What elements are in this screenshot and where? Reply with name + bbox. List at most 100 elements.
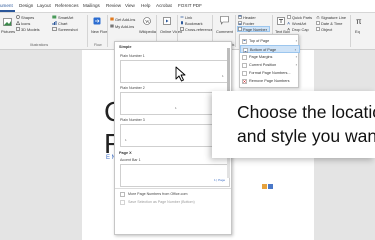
menu-item-label: Current Position bbox=[249, 63, 277, 67]
flow-group-label: Flow bbox=[94, 43, 102, 47]
page-number-icon bbox=[238, 27, 242, 31]
tab-help[interactable]: Help bbox=[141, 3, 150, 8]
footer-icon bbox=[238, 21, 242, 25]
screenshot-button[interactable]: Screenshot bbox=[58, 27, 78, 32]
date-time-button[interactable]: Date & Time bbox=[321, 21, 342, 26]
menu-item-top-of-page[interactable]: Top of Page › bbox=[240, 37, 300, 45]
quick-parts-button[interactable]: Quick Parts bbox=[292, 15, 312, 20]
ribbon-separator bbox=[87, 15, 88, 47]
text-box-icon[interactable] bbox=[277, 17, 285, 25]
online-video-icon[interactable] bbox=[163, 17, 171, 25]
tab-review[interactable]: Review bbox=[106, 3, 121, 8]
tab-acrobat[interactable]: Acrobat bbox=[156, 3, 172, 8]
header-icon bbox=[238, 15, 242, 19]
tab-design[interactable]: Design bbox=[19, 3, 33, 8]
active-tab-indicator bbox=[0, 10, 15, 12]
link-button[interactable]: Link bbox=[185, 15, 192, 20]
page-number-label: Page Number bbox=[243, 27, 268, 32]
icons-button[interactable]: Icons bbox=[21, 21, 30, 26]
menu-item-bottom-of-page[interactable]: Bottom of Page › bbox=[240, 45, 300, 53]
my-addins-button[interactable]: My Add-ins bbox=[115, 24, 134, 29]
3d-models-button[interactable]: 3D Models bbox=[21, 27, 40, 32]
pictures-button[interactable]: Pictures bbox=[1, 29, 15, 34]
more-page-numbers-link[interactable]: More Page Numbers from Office.com bbox=[128, 192, 187, 196]
icons-icon bbox=[16, 21, 20, 25]
equation-button[interactable]: Eq bbox=[355, 29, 360, 34]
tab-insert[interactable]: ument bbox=[0, 3, 13, 8]
svg-text:W: W bbox=[145, 19, 150, 24]
store-icon bbox=[110, 17, 114, 21]
ribbon-tab-bar: ument Design Layout References Mailings … bbox=[0, 0, 375, 13]
cross-reference-icon bbox=[180, 27, 184, 31]
menu-item-format-page-numbers[interactable]: Format Page Numbers... bbox=[240, 69, 300, 77]
pictures-icon[interactable] bbox=[3, 18, 12, 27]
gallery-item-accent-bar-1[interactable]: 1 | Page bbox=[120, 164, 230, 187]
tab-mailings[interactable]: Mailings bbox=[83, 3, 100, 8]
remove-page-numbers-icon bbox=[242, 78, 247, 84]
menu-item-label: Page Margins bbox=[249, 55, 273, 59]
page-margins-icon bbox=[242, 54, 247, 60]
top-of-page-icon bbox=[242, 38, 247, 44]
format-page-numbers-icon bbox=[242, 70, 247, 76]
cross-reference-button[interactable]: Cross-reference bbox=[185, 27, 213, 32]
tutorial-caption: Choose the location and style you want bbox=[212, 91, 375, 158]
gallery-item-label: Accent Bar 1 bbox=[120, 158, 141, 162]
submenu-arrow-icon: › bbox=[295, 62, 297, 67]
menu-item-remove-page-numbers[interactable]: Remove Page Numbers bbox=[240, 77, 300, 85]
ribbon-separator bbox=[350, 15, 351, 47]
signature-line-icon bbox=[316, 15, 320, 19]
header-button[interactable]: Header bbox=[243, 15, 256, 20]
signature-line-button[interactable]: Signature Line bbox=[321, 15, 346, 20]
tab-view[interactable]: View bbox=[125, 3, 135, 8]
bookmark-icon bbox=[181, 21, 183, 25]
comment-button[interactable]: Comment bbox=[216, 29, 233, 34]
caption-line-2: and style you want bbox=[237, 126, 375, 146]
tab-references[interactable]: References bbox=[55, 3, 79, 8]
drop-cap-icon: A bbox=[287, 27, 290, 31]
shapes-button[interactable]: Shapes bbox=[21, 15, 34, 20]
chart-button[interactable]: Chart bbox=[58, 21, 68, 26]
equation-icon: π bbox=[356, 17, 362, 26]
svg-text:A: A bbox=[287, 21, 290, 25]
submenu-arrow-icon: › bbox=[295, 54, 297, 59]
menu-item-label: Bottom of Page bbox=[250, 48, 277, 52]
page-number-preview: 1 bbox=[125, 138, 127, 142]
menu-item-current-position[interactable]: Current Position › bbox=[240, 61, 300, 69]
bottom-of-page-icon bbox=[243, 47, 248, 53]
gallery-item-label: Plain Number 2 bbox=[120, 86, 145, 90]
page-number-preview: 1 bbox=[222, 74, 224, 78]
office-com-icon bbox=[120, 192, 125, 197]
menu-item-label: Format Page Numbers... bbox=[249, 71, 291, 75]
comment-icon[interactable] bbox=[220, 16, 229, 25]
link-icon bbox=[180, 16, 184, 18]
chart-icon bbox=[52, 21, 57, 25]
wordart-button[interactable]: WordArt bbox=[292, 21, 306, 26]
bookmark-button[interactable]: Bookmark bbox=[185, 21, 203, 26]
get-addins-button[interactable]: Get Add-ins bbox=[115, 17, 135, 22]
ribbon-separator bbox=[107, 15, 108, 47]
illustrations-group-label: Illustrations bbox=[30, 43, 49, 47]
menu-item-page-margins[interactable]: Page Margins › bbox=[240, 53, 300, 61]
new-flow-button[interactable]: New Flow bbox=[91, 29, 108, 34]
decorative-square bbox=[262, 184, 267, 189]
menu-item-label: Remove Page Numbers bbox=[249, 79, 290, 83]
tab-foxit-pdf[interactable]: FOXIT PDF bbox=[178, 3, 202, 8]
smartart-button[interactable]: SmartArt bbox=[58, 15, 73, 20]
save-selection-item[interactable]: Save Selection as Page Number (Bottom) bbox=[128, 200, 195, 204]
wikipedia-button[interactable]: Wikipedia bbox=[139, 29, 156, 34]
drop-cap-button[interactable]: Drop Cap bbox=[292, 27, 309, 32]
save-selection-icon bbox=[120, 200, 125, 205]
wikipedia-icon[interactable]: W bbox=[143, 17, 151, 25]
tab-layout[interactable]: Layout bbox=[37, 3, 51, 8]
online-video-button[interactable]: Online Video bbox=[160, 29, 182, 34]
current-position-icon bbox=[242, 62, 247, 68]
shapes-icon bbox=[16, 15, 20, 19]
ribbon-separator bbox=[235, 15, 236, 47]
date-time-icon bbox=[316, 21, 320, 25]
flow-icon[interactable] bbox=[93, 17, 101, 25]
menu-item-label: Top of Page bbox=[249, 39, 270, 43]
object-button[interactable]: Object bbox=[321, 27, 332, 32]
3d-models-icon bbox=[16, 27, 20, 31]
page-number-preview: 1 bbox=[175, 106, 177, 110]
gallery-item-label: Plain Number 3 bbox=[120, 118, 145, 122]
